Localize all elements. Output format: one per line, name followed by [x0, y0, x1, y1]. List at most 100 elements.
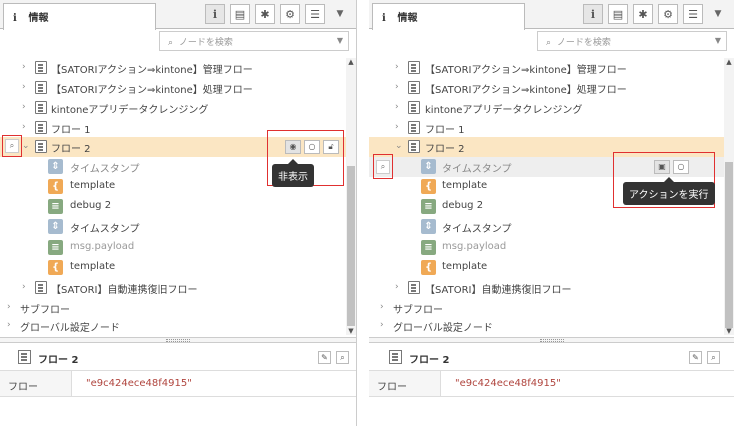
- bug-icon: ✱: [260, 7, 270, 21]
- link-button[interactable]: ✎: [318, 351, 331, 364]
- tree-row[interactable]: › 【SATORIアクション⇒kintone】管理フロー: [0, 58, 346, 78]
- tree-row[interactable]: › 【SATORIアクション⇒kintone】管理フロー: [369, 58, 724, 78]
- help-tab-button[interactable]: ▤: [230, 4, 250, 24]
- flow-icon: [408, 81, 420, 94]
- tree-group-config-nodes[interactable]: › グローバル設定ノード: [0, 316, 346, 335]
- tree-row-label: debug 2: [442, 200, 484, 211]
- tree-group-config-nodes[interactable]: › グローバル設定ノード: [369, 316, 724, 335]
- inject-node-icon: ⇕: [48, 159, 63, 174]
- context-tab-button[interactable]: ☰: [683, 4, 703, 24]
- tree-row[interactable]: › kintoneアプリデータクレンジング: [0, 98, 346, 118]
- scroll-thumb[interactable]: [347, 166, 355, 326]
- bug-icon: ✱: [638, 7, 648, 21]
- info-tab-button[interactable]: i: [205, 4, 225, 24]
- tree-row[interactable]: { template: [369, 258, 724, 278]
- tree-row[interactable]: ⇕ タイムスタンプ: [369, 217, 724, 237]
- tree-row-label: template: [70, 180, 116, 191]
- info-header: フロー 2 ✎ ⌕: [0, 343, 356, 371]
- tab-menu-button[interactable]: ▼: [330, 4, 350, 24]
- tree-row[interactable]: › kintoneアプリデータクレンジング: [369, 98, 724, 118]
- chevron-right-icon[interactable]: ›: [22, 82, 26, 92]
- sidebar-tabbar: i 情報 i ▤ ✱ ⚙ ☰ ▼: [369, 0, 734, 30]
- tree-group-subflows[interactable]: › サブフロー: [369, 298, 724, 318]
- tree-row[interactable]: › 【SATORI】自動連携復旧フロー: [369, 278, 724, 298]
- tree-row[interactable]: › 【SATORIアクション⇒kintone】処理フロー: [0, 78, 346, 98]
- scroll-thumb[interactable]: [725, 162, 733, 328]
- config-tab-button[interactable]: ⚙: [658, 4, 678, 24]
- debug-tab-button[interactable]: ✱: [633, 4, 653, 24]
- tree-row[interactable]: ⇕ タイムスタンプ: [0, 217, 346, 237]
- gear-icon: ⚙: [285, 7, 295, 21]
- reveal-button[interactable]: ⌕: [336, 351, 349, 364]
- chevron-right-icon[interactable]: ›: [22, 282, 26, 292]
- tooltip: アクションを実行: [623, 177, 715, 205]
- chevron-right-icon[interactable]: ›: [395, 282, 399, 292]
- outline-scrollbar[interactable]: ▲ ▼: [346, 58, 356, 335]
- tree-row[interactable]: ≡ msg.payload: [0, 238, 346, 258]
- flow-icon: [18, 350, 31, 364]
- splitter-grip[interactable]: [166, 339, 190, 342]
- outline-tree: › 【SATORIアクション⇒kintone】管理フロー › 【SATORIアク…: [0, 58, 346, 335]
- config-tab-button[interactable]: ⚙: [280, 4, 300, 24]
- chevron-right-icon[interactable]: ›: [22, 102, 26, 112]
- flow-icon: [35, 281, 47, 294]
- chevron-down-icon[interactable]: ⌄: [22, 141, 30, 151]
- book-icon: ▤: [612, 7, 624, 21]
- node-search-input[interactable]: ⌕ ノードを検索 ▼: [159, 31, 349, 51]
- tree-row[interactable]: › 【SATORIアクション⇒kintone】処理フロー: [369, 78, 724, 98]
- reveal-button[interactable]: ⌕: [707, 351, 720, 364]
- caret-down-icon[interactable]: ▼: [337, 36, 343, 45]
- sidebar-tabbar: i 情報 i ▤ ✱ ⚙ ☰ ▼: [0, 0, 356, 30]
- tree-row[interactable]: ≡ msg.payload: [369, 238, 724, 258]
- chevron-right-icon[interactable]: ›: [395, 122, 399, 132]
- search-placeholder: ノードを検索: [556, 38, 611, 48]
- search-icon: ⌕: [168, 38, 174, 48]
- splitter-grip[interactable]: [539, 339, 564, 342]
- chevron-right-icon[interactable]: ›: [7, 302, 11, 312]
- book-icon: ▤: [234, 7, 246, 21]
- gear-icon: ⚙: [663, 7, 673, 21]
- outline-scrollbar[interactable]: ▲ ▼: [724, 58, 734, 335]
- debug-tab-button[interactable]: ✱: [255, 4, 275, 24]
- caret-down-icon[interactable]: ▼: [715, 36, 721, 45]
- tree-row[interactable]: ≡ debug 2: [0, 197, 346, 217]
- tree-row[interactable]: { template: [0, 258, 346, 278]
- chevron-down-icon[interactable]: ⌄: [395, 141, 403, 151]
- chevron-right-icon[interactable]: ›: [7, 320, 11, 330]
- help-tab-button[interactable]: ▤: [608, 4, 628, 24]
- flow-icon: [35, 140, 47, 153]
- inject-node-icon: ⇕: [48, 219, 63, 234]
- flow-icon: [35, 61, 47, 74]
- chevron-right-icon[interactable]: ›: [22, 122, 26, 132]
- chevron-right-icon[interactable]: ›: [395, 102, 399, 112]
- info-tab-button[interactable]: i: [583, 4, 603, 24]
- tree-row-label: 【SATORI】自動連携復旧フロー: [51, 285, 198, 296]
- context-tab-button[interactable]: ☰: [305, 4, 325, 24]
- flow-icon: [389, 350, 402, 364]
- chevron-right-icon[interactable]: ›: [380, 302, 384, 312]
- flow-icon: [408, 101, 420, 114]
- scroll-up-icon[interactable]: ▲: [346, 58, 356, 66]
- info-tab-label: 情報: [397, 13, 418, 24]
- info-tab[interactable]: i 情報: [3, 3, 156, 30]
- chevron-right-icon[interactable]: ›: [22, 62, 26, 72]
- tree-row[interactable]: › 【SATORI】自動連携復旧フロー: [0, 278, 346, 298]
- tree-group-subflows[interactable]: › サブフロー: [0, 298, 346, 318]
- chevron-right-icon[interactable]: ›: [380, 320, 384, 330]
- info-tab[interactable]: i 情報: [372, 3, 525, 30]
- node-search-input[interactable]: ⌕ ノードを検索 ▼: [537, 31, 727, 51]
- tree-row-label: タイムスタンプ: [70, 224, 140, 235]
- flow-icon: [408, 140, 420, 153]
- chevron-right-icon[interactable]: ›: [395, 62, 399, 72]
- scroll-up-icon[interactable]: ▲: [724, 58, 734, 66]
- chevron-right-icon[interactable]: ›: [395, 82, 399, 92]
- tab-menu-button[interactable]: ▼: [708, 4, 728, 24]
- flow-icon: [408, 61, 420, 74]
- scroll-down-icon[interactable]: ▼: [346, 327, 356, 335]
- property-row: フロー "e9c424ece48f4915": [0, 371, 356, 397]
- inject-node-icon: ⇕: [421, 159, 436, 174]
- tree-row[interactable]: › フロー 1: [369, 118, 724, 138]
- scroll-down-icon[interactable]: ▼: [724, 327, 734, 335]
- property-key: フロー: [8, 382, 38, 393]
- link-button[interactable]: ✎: [689, 351, 702, 364]
